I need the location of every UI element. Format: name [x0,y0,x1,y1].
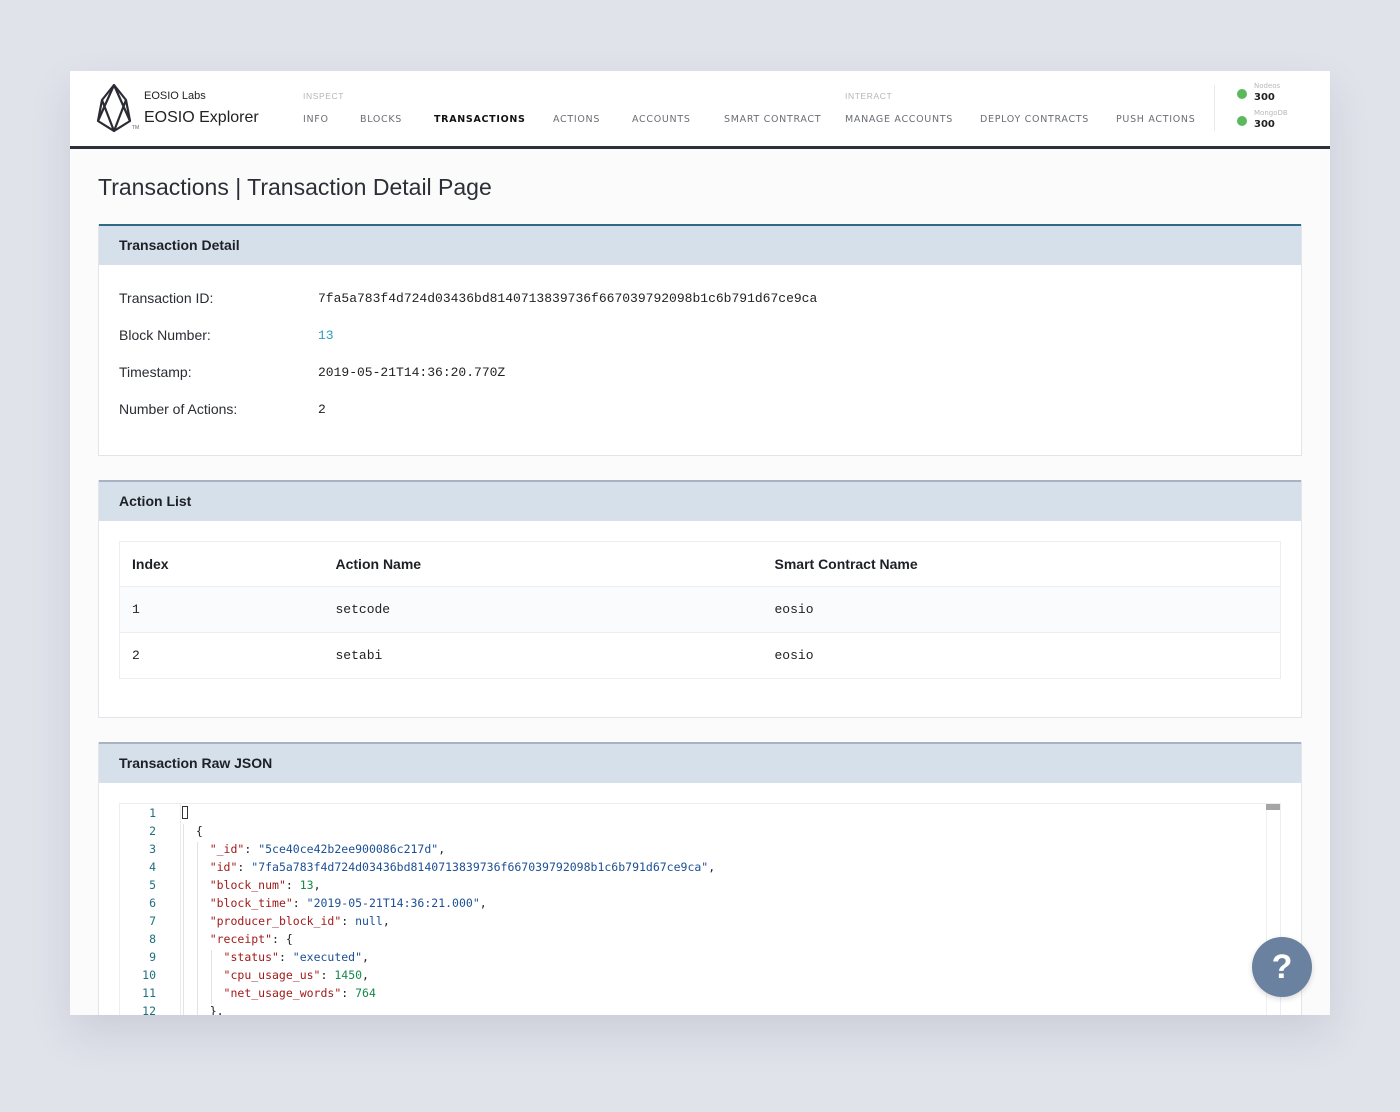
code-line [182,806,188,820]
action-table: Index Action Name Smart Contract Name 1 … [119,541,1281,679]
line-number: 12 [142,1004,156,1015]
line-number-gutter: 1 2 3 4 5 6 7 8 9 10 11 12 [120,804,181,1015]
line-number: 3 [149,842,156,856]
code-line: "cpu_usage_us": 1450, [223,968,369,982]
page-title: Transactions | Transaction Detail Page [98,174,492,200]
nav-smart-contract[interactable]: SMART CONTRACT [724,114,821,125]
nav-manage-accounts[interactable]: MANAGE ACCOUNTS [845,114,953,125]
nodeos-status-dot-icon [1237,89,1247,99]
cell-action-name: setcode [323,586,763,633]
line-number: 9 [149,950,156,964]
nav-group-inspect: INSPECT [303,91,345,101]
table-row[interactable]: 2 setabi eosio [119,632,1281,679]
number-of-actions-label: Number of Actions: [119,401,238,417]
line-number: 10 [142,968,156,982]
top-header: TM EOSIO Labs EOSIO Explorer INSPECT INT… [70,71,1330,149]
nodeos-status-value: 300 [1254,92,1275,103]
line-number: 4 [149,860,156,874]
code-line: "id": "7fa5a783f4d724d03436bd81407138397… [209,860,716,874]
code-line: "_id": "5ce40ce42b2ee900086c217d", [209,842,446,856]
cell-index: 1 [119,586,324,633]
line-number: 8 [149,932,156,946]
cell-contract-name: eosio [762,586,1281,633]
mongodb-status-label: MongoDB [1254,109,1288,117]
block-number-link[interactable]: 13 [318,328,334,343]
column-action-name: Action Name [323,541,763,587]
number-of-actions-value: 2 [318,402,326,417]
block-number-label: Block Number: [119,327,211,343]
timestamp-label: Timestamp: [119,364,192,380]
nav-accounts[interactable]: ACCOUNTS [632,114,691,125]
line-number: 5 [149,878,156,892]
line-number: 2 [149,824,156,838]
raw-json-panel: Transaction Raw JSON 1 2 3 4 5 6 7 8 9 1… [98,742,1302,1015]
line-number: 1 [149,806,156,820]
transaction-detail-title: Transaction Detail [99,224,1301,265]
timestamp-value: 2019-05-21T14:36:20.770Z [318,365,506,380]
table-row[interactable]: 1 setcode eosio [119,586,1281,633]
nodeos-status-label: Nodeos [1254,82,1281,90]
code-line: "net_usage_words": 764 [223,986,376,1000]
code-line: "block_num": 13, [209,878,321,892]
nav-actions[interactable]: ACTIONS [553,114,600,125]
cell-action-name: setabi [323,632,763,679]
code-line: }, [182,1004,224,1015]
line-number: 6 [149,896,156,910]
brand-title[interactable]: EOSIO Explorer [144,109,259,127]
nav-push-actions[interactable]: PUSH ACTIONS [1116,114,1195,125]
trademark-label: TM [132,125,140,131]
app-window: TM EOSIO Labs EOSIO Explorer INSPECT INT… [70,71,1330,1015]
code-line: "producer_block_id": null, [209,914,390,928]
column-index: Index [119,541,324,587]
help-button[interactable]: ? [1252,937,1312,997]
text-cursor [182,806,188,819]
mongodb-status-dot-icon [1237,116,1247,126]
editor-scrollbar-thumb[interactable] [1266,804,1280,810]
nav-blocks[interactable]: BLOCKS [360,114,402,125]
line-number: 7 [149,914,156,928]
code-line: { [182,824,203,838]
nav-group-interact: INTERACT [845,91,893,101]
nav-transactions[interactable]: TRANSACTIONS [434,114,526,125]
status-divider [1214,85,1215,131]
column-smart-contract-name: Smart Contract Name [762,541,1281,587]
transaction-id-value: 7fa5a783f4d724d03436bd8140713839736f6670… [318,291,818,306]
table-header-row: Index Action Name Smart Contract Name [119,541,1281,587]
action-list-title: Action List [99,480,1301,521]
brand-subtitle: EOSIO Labs [144,90,206,102]
cell-index: 2 [119,632,324,679]
nav-deploy-contracts[interactable]: DEPLOY CONTRACTS [980,114,1089,125]
json-code-editor[interactable]: 1 2 3 4 5 6 7 8 9 10 11 12 { "_id": "5ce… [119,803,1281,1015]
mongodb-status-value: 300 [1254,119,1275,130]
cell-contract-name: eosio [762,632,1281,679]
nav-info[interactable]: INFO [303,114,329,125]
action-list-panel: Action List Index Action Name Smart Cont… [98,480,1302,718]
raw-json-title: Transaction Raw JSON [99,742,1301,783]
transaction-detail-panel: Transaction Detail Transaction ID: 7fa5a… [98,224,1302,456]
line-number: 11 [142,986,156,1000]
transaction-id-label: Transaction ID: [119,290,214,306]
code-line: "block_time": "2019-05-21T14:36:21.000", [209,896,487,910]
eosio-logo-icon[interactable] [96,83,132,133]
code-line: "receipt": { [209,932,293,946]
code-line: "status": "executed", [223,950,369,964]
